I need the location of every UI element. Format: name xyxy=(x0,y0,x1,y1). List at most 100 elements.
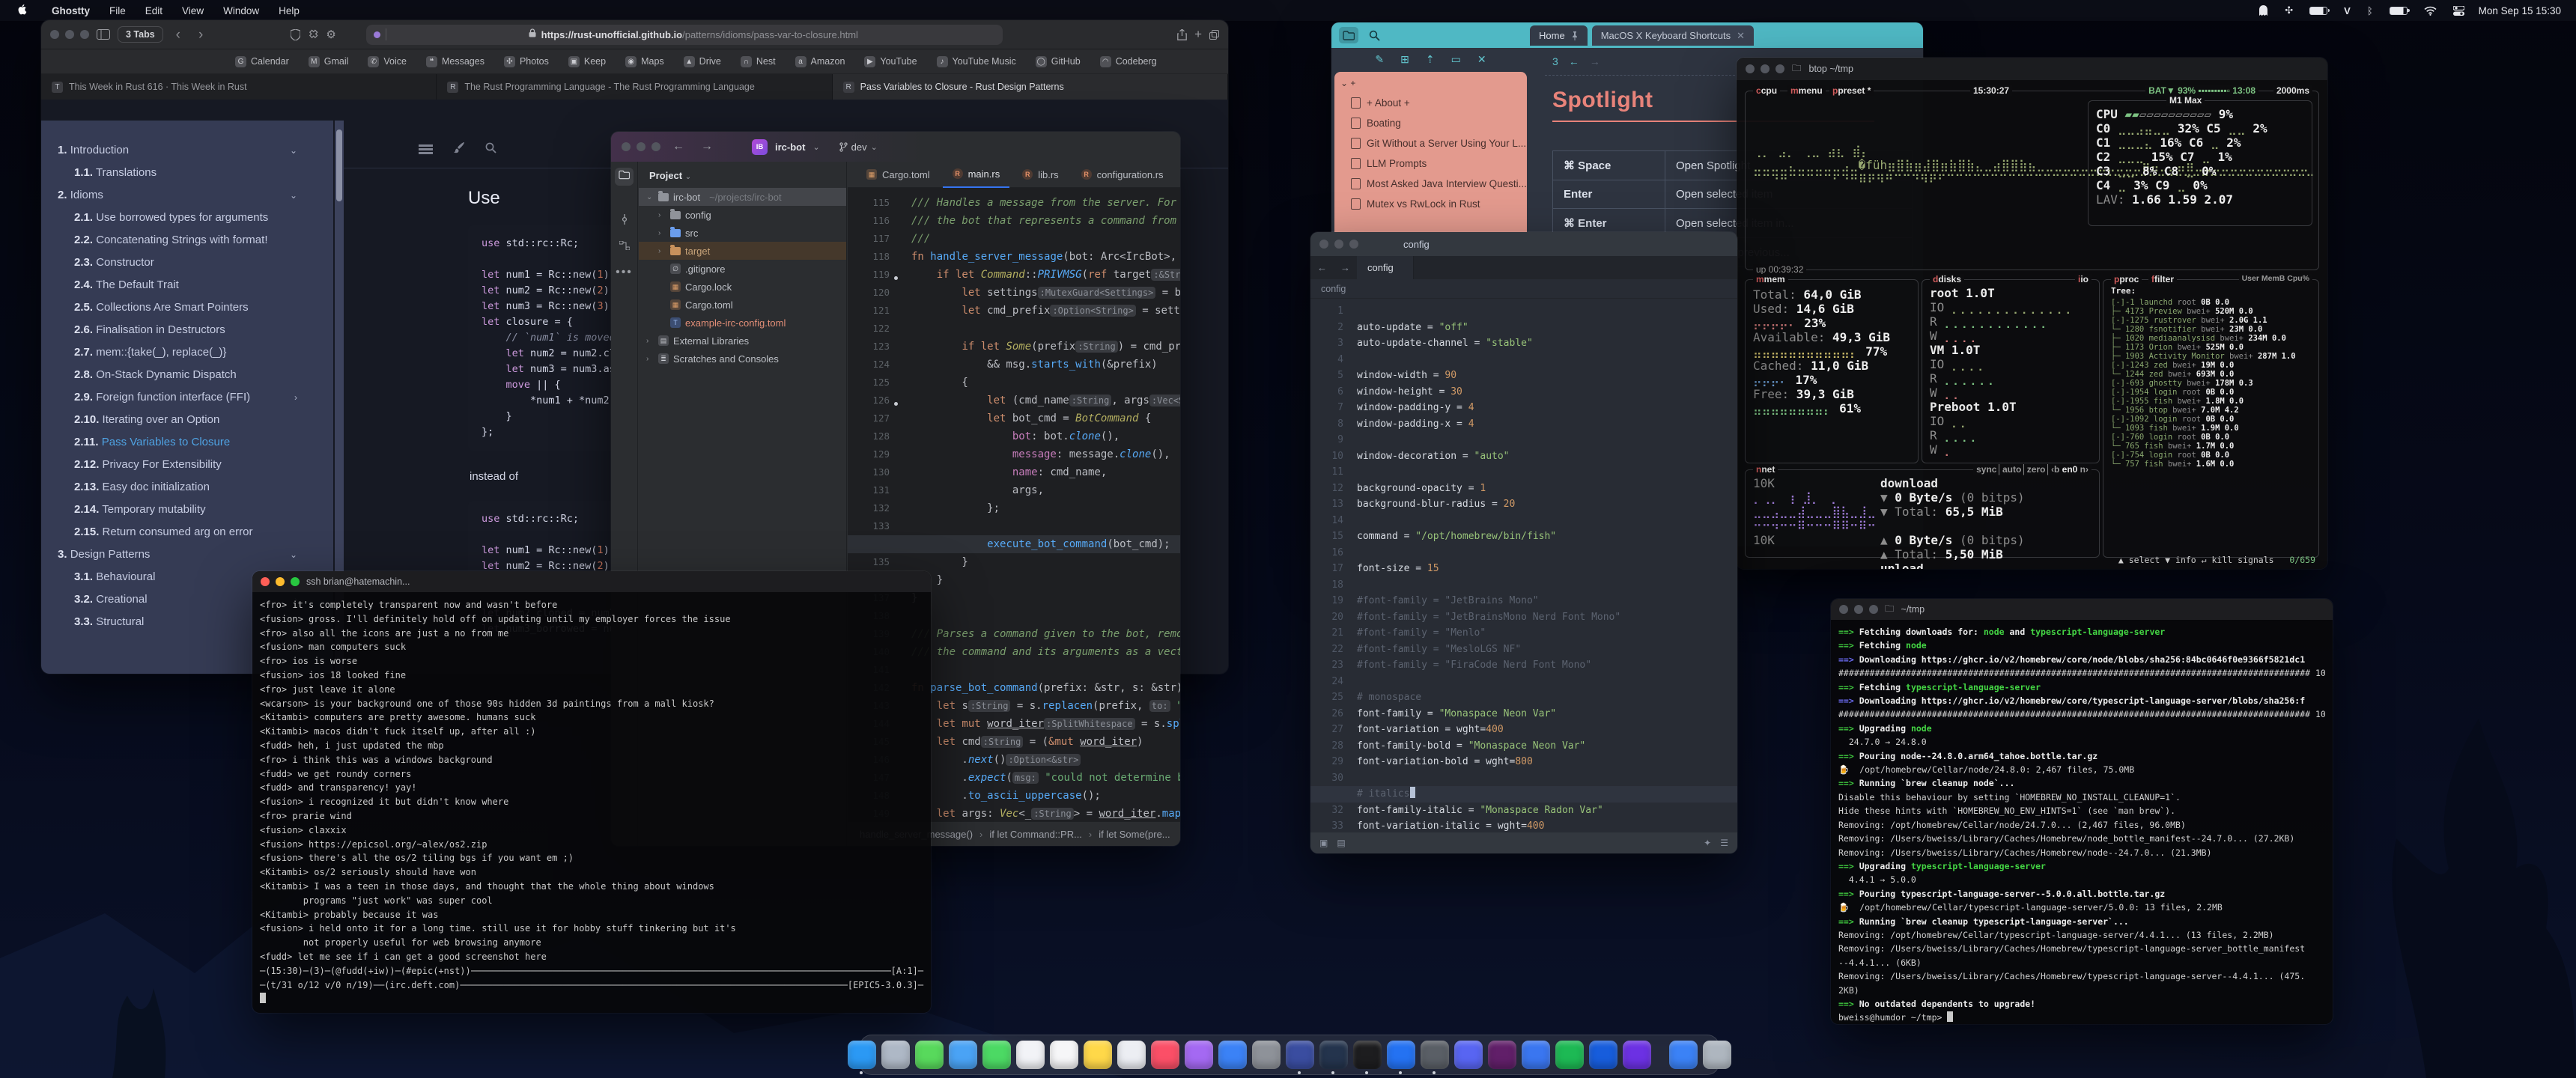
forward-arrow-icon[interactable]: → xyxy=(1590,55,1600,67)
toc-item[interactable]: 1.1. Translations xyxy=(58,165,287,180)
toc-item[interactable]: 2.10. Iterating over an Option xyxy=(58,412,287,427)
toc-item[interactable]: 2.5. Collections Are Smart Pointers xyxy=(58,300,287,314)
sidebar-toggle-icon[interactable] xyxy=(97,29,110,40)
new-folder-icon[interactable]: ⊞ xyxy=(1400,53,1409,66)
brew-traffic-lights[interactable] xyxy=(1839,605,1878,614)
bookmark-item[interactable]: ◠Codeberg xyxy=(1093,56,1164,67)
notes-root-row[interactable]: ⌄ + xyxy=(1340,78,1527,88)
dock-icon-bitwarden[interactable] xyxy=(1589,1041,1617,1069)
note-file-item[interactable]: Most Asked Java Interview Questi... xyxy=(1340,174,1527,194)
brew-terminal-body[interactable]: ==> Fetching downloads for: node and typ… xyxy=(1831,620,2333,1024)
toc-item[interactable]: 2.6. Finalisation in Destructors xyxy=(58,323,287,337)
zed-title-bar[interactable]: config xyxy=(1310,232,1737,256)
dock-icon-trash[interactable] xyxy=(1703,1041,1731,1069)
bookmark-item[interactable]: ❝Messages xyxy=(419,56,491,67)
tree-row[interactable]: ∅ .gitignore xyxy=(639,260,846,278)
apple-menu-icon[interactable] xyxy=(18,4,28,16)
toc-item[interactable]: 2.8. On-Stack Dynamic Dispatch xyxy=(58,368,287,382)
irc-traffic-lights[interactable] xyxy=(261,577,300,586)
structure-tool-icon[interactable] xyxy=(619,240,630,254)
dock-icon-slack[interactable] xyxy=(1488,1041,1516,1069)
dock-icon-ghostty[interactable] xyxy=(1319,1041,1348,1069)
toc-item[interactable]: 2.11. Pass Variables to Closure xyxy=(58,435,287,449)
tab-macos-keyboard[interactable]: MacOS X Keyboard Shortcuts ✕ xyxy=(1592,25,1754,46)
bookmark-item[interactable]: ▣Keep xyxy=(562,56,613,67)
btop-traffic-lights[interactable] xyxy=(1746,64,1784,73)
feedback-icon[interactable]: ☰ xyxy=(1720,838,1728,848)
zed-traffic-lights[interactable] xyxy=(1319,240,1358,249)
dock-icon-podcasts[interactable] xyxy=(1185,1041,1213,1069)
dock-icon-signal[interactable] xyxy=(1522,1041,1550,1069)
vpn-icon[interactable]: V xyxy=(2344,5,2351,16)
ide-forward-icon[interactable]: → xyxy=(696,140,717,153)
tree-row[interactable]: T example-irc-config.toml xyxy=(639,314,846,332)
btop-menu-button[interactable]: menu xyxy=(1799,85,1823,96)
process-tree[interactable]: [-]-1 launchd root 0B 0.0 ├─ 4173 Previe… xyxy=(2111,298,2296,469)
dock-icon-rustrover[interactable] xyxy=(1353,1041,1382,1069)
bookmark-item[interactable]: ✣Photos xyxy=(497,56,556,67)
ide-back-icon[interactable]: ← xyxy=(668,140,689,153)
menu-hamburger-icon[interactable] xyxy=(419,144,433,154)
zed-editor[interactable]: 1234567891011121314151617181920212223242… xyxy=(1310,299,1737,832)
search-icon[interactable] xyxy=(1364,27,1384,43)
forward-button[interactable]: › xyxy=(193,28,208,42)
menu-item-window[interactable]: Window xyxy=(213,5,269,16)
editor-tab[interactable]: Rmain.rs xyxy=(943,162,1010,188)
project-panel-header[interactable]: Project ⌄ xyxy=(639,162,846,188)
add-tab-icon[interactable]: + xyxy=(1194,27,1202,42)
dock-icon-zed[interactable] xyxy=(1387,1041,1415,1069)
url-bar[interactable]: https://rust-unofficial.github.io/patter… xyxy=(366,25,1003,45)
bookmark-item[interactable]: ∩Nest xyxy=(734,56,783,67)
fan-stats-icon[interactable]: ✣ xyxy=(2285,4,2293,16)
toc-item[interactable]: 2.4. The Default Trait xyxy=(58,278,287,292)
dock-icon-downloads[interactable] xyxy=(1669,1041,1698,1069)
zed-tab-config[interactable]: config xyxy=(1357,256,1414,279)
editor-tab[interactable]: Rlib.rs xyxy=(1012,162,1068,188)
wifi-icon[interactable] xyxy=(2424,6,2437,16)
browser-tab[interactable]: RThe Rust Programming Language - The Rus… xyxy=(437,74,832,100)
toc-item[interactable]: 2.9. Foreign function interface (FFI)› xyxy=(58,390,287,404)
dock-icon-calendar[interactable] xyxy=(1050,1041,1078,1069)
dock-icon-mail[interactable] xyxy=(949,1041,977,1069)
nav-forward-icon[interactable]: → xyxy=(1334,262,1357,273)
dock-icon-spotify[interactable] xyxy=(1555,1041,1584,1069)
note-file-item[interactable]: Mutex vs RwLock in Rust xyxy=(1340,194,1527,214)
commit-tool-icon[interactable] xyxy=(619,214,630,228)
tree-row[interactable]: › src xyxy=(639,224,846,242)
btop-footer[interactable]: ▲ select ▼ info ↵ kill signals 0/659 xyxy=(2118,555,2315,565)
expand-icon[interactable]: ▭ xyxy=(1451,53,1461,66)
close-icon[interactable]: ✕ xyxy=(1737,30,1745,42)
brew-title-bar[interactable]: 🗀 ~/tmp xyxy=(1831,599,2333,620)
toc-item[interactable]: 1. Introduction⌄ xyxy=(58,143,287,157)
theme-brush-icon[interactable] xyxy=(453,141,465,157)
toc-item[interactable]: 2.1. Use borrowed types for arguments xyxy=(58,210,287,225)
toc-item[interactable]: 2.7. mem::{take(_), replace(_)} xyxy=(58,345,287,359)
bookmark-item[interactable]: ✆Voice xyxy=(361,56,413,67)
bluetooth-icon[interactable]: ᛒ xyxy=(2367,5,2373,16)
editor-tab[interactable]: ▦Cargo.toml xyxy=(857,162,940,188)
bookmark-item[interactable]: MGmail xyxy=(302,56,356,67)
bookmark-item[interactable]: ▶YouTube xyxy=(857,56,923,67)
dock-icon-launchpad[interactable] xyxy=(881,1041,910,1069)
bookmark-item[interactable]: ▲Drive xyxy=(677,56,728,67)
menu-clock[interactable]: Mon Sep 15 15:30 xyxy=(2479,5,2561,16)
dock-icon-system-settings[interactable] xyxy=(1252,1041,1281,1069)
dock-icon-activity-monitor[interactable] xyxy=(1421,1041,1449,1069)
menu-item-view[interactable]: View xyxy=(172,5,213,16)
bookmark-item[interactable]: GCalendar xyxy=(228,56,296,67)
dock-icon-reminders[interactable] xyxy=(1117,1041,1146,1069)
editor-tab[interactable]: Rconfiguration.rs xyxy=(1072,162,1173,188)
ide-title-bar[interactable]: ← → IB irc-bot ⌄ dev ⌄ xyxy=(611,132,1180,162)
sort-icon[interactable]: ⇡ xyxy=(1426,53,1435,66)
dock-icon-music[interactable] xyxy=(1151,1041,1179,1069)
ups-battery-icon[interactable] xyxy=(2309,7,2327,15)
bookmark-item[interactable]: ♪YouTube Music xyxy=(930,56,1023,67)
tree-row[interactable]: ⌄ irc-bot ~/projects/irc-bot xyxy=(639,188,846,206)
project-name[interactable]: irc-bot xyxy=(775,141,805,153)
diagnostics-icon[interactable]: ▣ xyxy=(1319,838,1328,848)
shield-icon[interactable] xyxy=(291,29,300,40)
git-branch[interactable]: dev ⌄ xyxy=(839,141,878,153)
toc-item[interactable]: 2.2. Concatenating Strings with format! xyxy=(58,233,287,247)
copy-tabs-icon[interactable] xyxy=(1209,30,1219,40)
irc-terminal-body[interactable]: <fro> it's completely transparent now an… xyxy=(252,592,931,1012)
